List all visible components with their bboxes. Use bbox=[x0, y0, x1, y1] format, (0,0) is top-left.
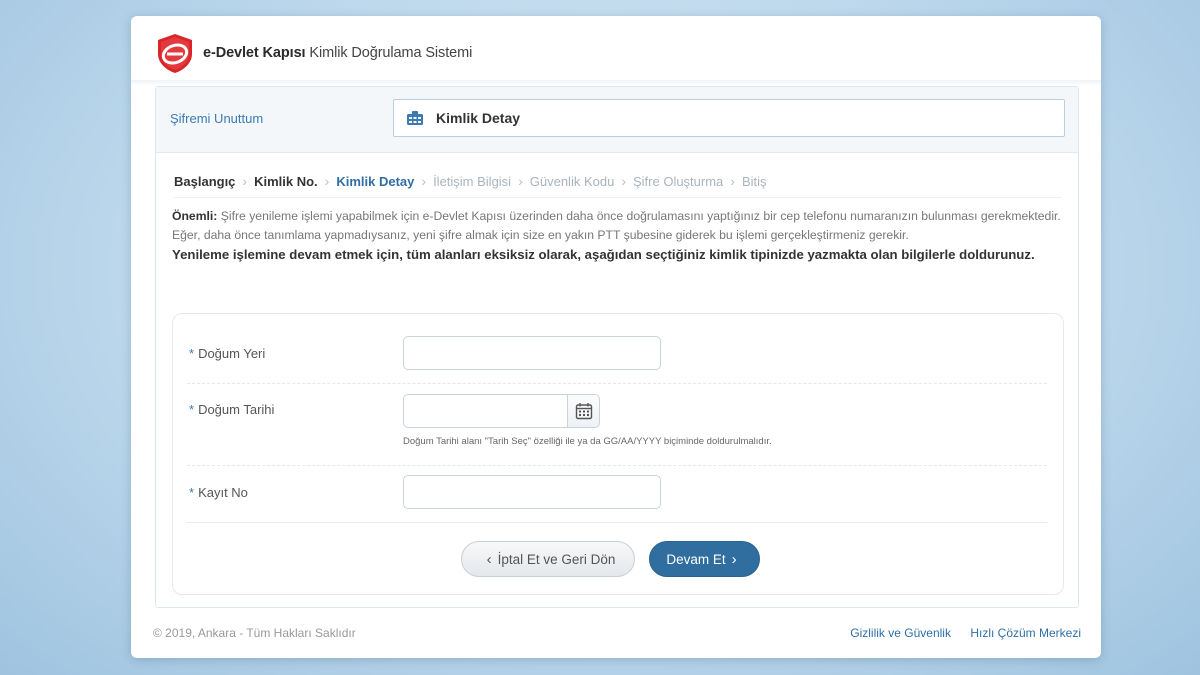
brand-header: e-Devlet Kapısı Kimlik Doğrulama Sistemi bbox=[155, 32, 472, 74]
record-no-label: * Kayıt No bbox=[189, 485, 248, 500]
privacy-link[interactable]: Gizlilik ve Güvenlik bbox=[850, 626, 951, 640]
breadcrumb-step-id-detail: Kimlik Detay bbox=[336, 173, 415, 189]
birth-place-row: * Doğum Yeri bbox=[187, 336, 1047, 384]
birth-place-label: * Doğum Yeri bbox=[189, 346, 266, 361]
birth-date-hint: Doğum Tarihi alanı "Tarih Seç" özelliği … bbox=[403, 436, 772, 447]
chevron-left-icon: ‹ bbox=[486, 550, 492, 568]
birth-place-input[interactable] bbox=[403, 336, 661, 370]
panel-topbar: Şifremi Unuttum Kimlik Detay bbox=[156, 87, 1078, 153]
birth-date-row: * Doğum Tarihi Doğum Tarihi alanı "Tarih… bbox=[187, 394, 1047, 466]
notice-label: Önemli: bbox=[172, 209, 218, 223]
breadcrumb-step-contact: İletişim Bilgisi bbox=[433, 173, 512, 189]
brand-subtitle: Kimlik Doğrulama Sistemi bbox=[309, 45, 473, 61]
login-card: e-Devlet Kapısı Kimlik Doğrulama Sistemi… bbox=[131, 16, 1101, 658]
forgot-password-link[interactable]: Şifremi Unuttum bbox=[170, 111, 263, 126]
identity-detail-form: * Doğum Yeri * Doğum Tarihi Doğum Tarihi… bbox=[172, 313, 1064, 595]
required-mark: * bbox=[189, 402, 195, 417]
required-mark: * bbox=[189, 346, 195, 361]
breadcrumb-step-security-code: Güvenlik Kodu bbox=[529, 173, 615, 189]
chevron-right-icon: › bbox=[621, 173, 626, 189]
copyright-text: © 2019, Ankara - Tüm Hakları Saklıdır bbox=[153, 626, 356, 640]
continue-button-label: Devam Et bbox=[666, 551, 726, 567]
important-notice: Önemli: Şifre yenileme işlemi yapabilmek… bbox=[172, 207, 1064, 264]
record-no-input[interactable] bbox=[403, 475, 661, 509]
footer: © 2019, Ankara - Tüm Hakları Saklıdır Gi… bbox=[153, 626, 1081, 640]
calendar-icon bbox=[575, 403, 592, 420]
id-card-icon bbox=[407, 111, 423, 125]
date-picker-button[interactable] bbox=[567, 394, 600, 428]
brand-name: e-Devlet Kapısı bbox=[203, 45, 306, 61]
cancel-back-button[interactable]: ‹ İptal Et ve Geri Dön bbox=[461, 541, 635, 577]
breadcrumb-step-finish: Bitiş bbox=[741, 173, 767, 189]
record-no-row: * Kayıt No bbox=[187, 475, 1047, 523]
chevron-right-icon: › bbox=[730, 173, 735, 189]
notice-instruction: Yenileme işlemine devam etmek için, tüm … bbox=[172, 247, 1035, 262]
chevron-right-icon: › bbox=[324, 173, 330, 189]
required-mark: * bbox=[189, 485, 195, 500]
birth-date-label: * Doğum Tarihi bbox=[189, 402, 275, 417]
breadcrumb-step-id-no: Kimlik No. bbox=[254, 173, 318, 189]
chevron-right-icon: › bbox=[242, 173, 248, 189]
current-step-title: Kimlik Detay bbox=[436, 110, 521, 126]
cancel-button-label: İptal Et ve Geri Dön bbox=[497, 551, 616, 567]
help-center-link[interactable]: Hızlı Çözüm Merkezi bbox=[970, 626, 1081, 640]
chevron-right-icon: › bbox=[421, 173, 427, 189]
breadcrumb-step-password: Şifre Oluşturma bbox=[632, 173, 724, 189]
chevron-right-icon: › bbox=[518, 173, 523, 189]
footer-links: Gizlilik ve Güvenlik Hızlı Çözüm Merkezi bbox=[834, 626, 1081, 640]
breadcrumb-step-start: Başlangıç bbox=[174, 173, 236, 189]
brand-title: e-Devlet Kapısı Kimlik Doğrulama Sistemi bbox=[203, 45, 472, 61]
chevron-right-icon: › bbox=[731, 550, 737, 568]
notice-text: Şifre yenileme işlemi yapabilmek için e-… bbox=[172, 209, 1061, 242]
e-devlet-logo-icon bbox=[158, 34, 192, 73]
breadcrumb: Başlangıç › Kimlik No. › Kimlik Detay › … bbox=[174, 173, 1062, 198]
continue-button[interactable]: Devam Et › bbox=[649, 541, 760, 577]
birth-date-picker bbox=[403, 394, 600, 428]
current-step-box: Kimlik Detay bbox=[393, 99, 1065, 137]
birth-date-input[interactable] bbox=[403, 394, 567, 428]
main-panel: Şifremi Unuttum Kimlik Detay Başlangıç ›… bbox=[155, 86, 1079, 608]
